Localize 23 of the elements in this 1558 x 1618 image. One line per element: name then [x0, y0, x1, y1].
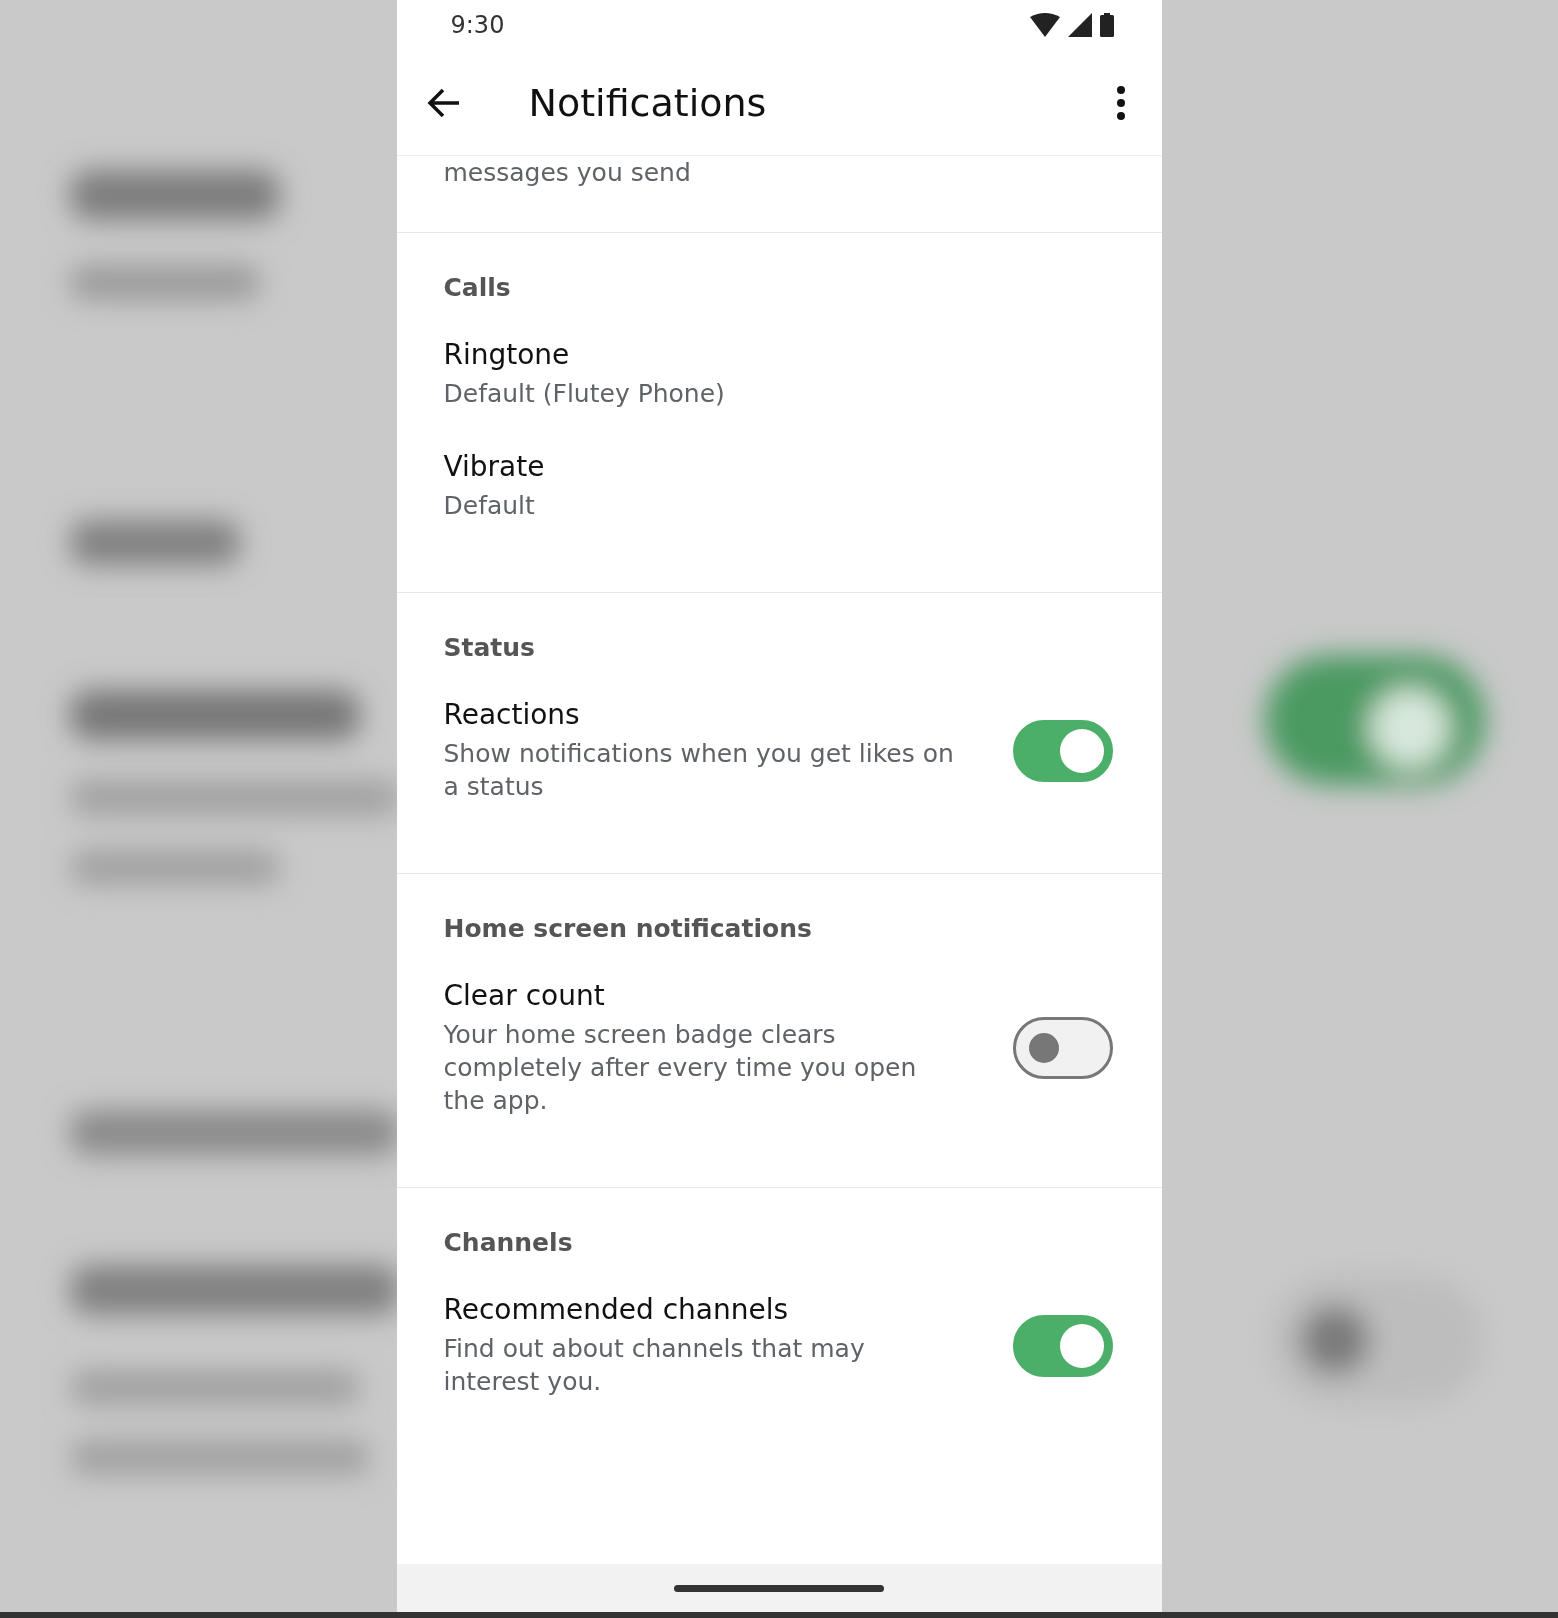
setting-title: Vibrate: [443, 450, 546, 483]
section-header: Calls: [443, 273, 512, 302]
setting-title: Recommended channels: [443, 1293, 790, 1326]
signal-icon: [1067, 13, 1092, 37]
section-header: Status: [443, 633, 536, 662]
setting-title: Clear count: [443, 979, 606, 1012]
setting-title: Ringtone: [443, 338, 571, 371]
setting-description: Show notifications when you get likes on a status: [443, 738, 955, 803]
battery-icon: [1099, 13, 1114, 37]
more-options-icon[interactable]: [1115, 85, 1126, 120]
setting-description: Your home screen badge clears completely after every time you open the app.: [443, 1019, 918, 1117]
setting-title: Reactions: [443, 698, 581, 731]
setting-description: Find out about channels that may interest you.: [443, 1333, 866, 1398]
setting-description: messages you send: [443, 158, 691, 187]
status-time: 9:30: [450, 11, 505, 39]
gesture-handle[interactable]: [674, 1584, 884, 1592]
section-header: Channels: [443, 1228, 574, 1257]
wifi-icon: [1029, 13, 1060, 37]
setting-description: Default (Flutey Phone): [443, 378, 726, 410]
section-header: Home screen notifications: [443, 914, 813, 943]
setting-description: Default: [443, 490, 536, 522]
screen-title: Notifications: [528, 80, 768, 125]
back-arrow-icon[interactable]: [426, 87, 461, 118]
